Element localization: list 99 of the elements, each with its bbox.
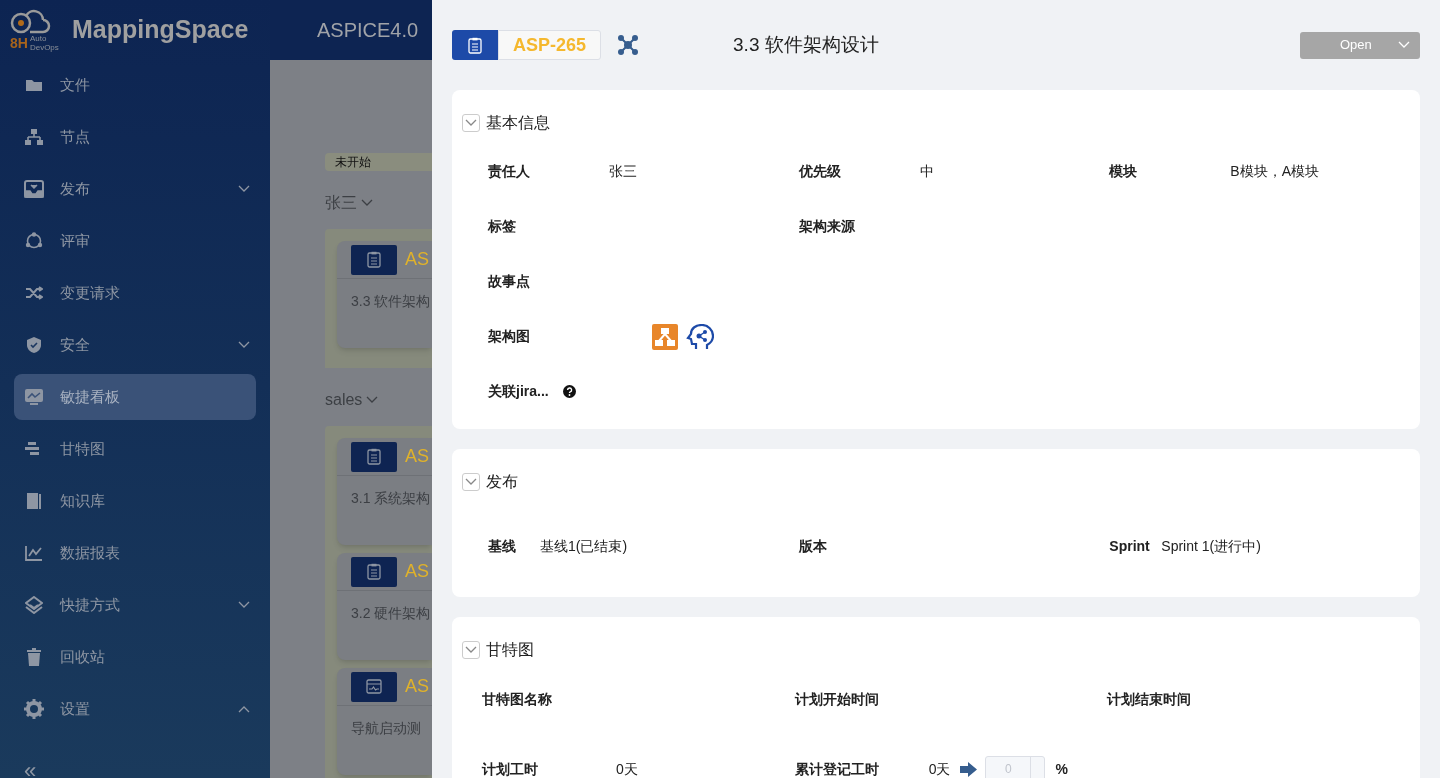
trash-icon xyxy=(26,648,42,666)
unit-label: % xyxy=(1055,759,1068,778)
project-title: ASPICE4.0 xyxy=(317,18,419,43)
field-label: Sprint xyxy=(1109,536,1151,556)
column-header: 未开始 xyxy=(325,153,432,171)
field-label: 计划结束时间 xyxy=(1107,689,1193,709)
brand-name: MappingSpace xyxy=(72,14,249,46)
field-label: 架构来源 xyxy=(798,217,856,236)
folder-icon xyxy=(25,77,43,93)
field-label: 模块 xyxy=(1109,162,1139,181)
field-label: 计划工时 xyxy=(482,759,539,778)
chevron-down-icon xyxy=(465,478,477,486)
cloud-logo-icon xyxy=(10,8,52,34)
sidebar-item[interactable]: 安全 xyxy=(14,322,256,368)
sidebar-item[interactable]: 设置 xyxy=(14,686,256,732)
logo-subtitle: Auto DevOps xyxy=(29,34,60,52)
inbox-icon xyxy=(24,180,44,198)
field-label: 故事点 xyxy=(488,272,531,291)
field-value: B模块，A模块 xyxy=(1230,162,1319,181)
collapse-button[interactable]: « xyxy=(24,764,270,778)
sitemap-icon xyxy=(25,129,43,145)
collapse-toggle[interactable] xyxy=(462,473,480,491)
chevron-down-icon xyxy=(238,341,250,349)
chevron-down-icon xyxy=(366,396,379,404)
shield-icon xyxy=(25,336,43,354)
field-label: 优先级 xyxy=(798,162,842,181)
network-icon[interactable] xyxy=(617,34,640,56)
status-dropdown[interactable]: Open xyxy=(1300,31,1420,59)
section-title: 基本信息 xyxy=(486,113,550,133)
sidebar-item[interactable]: 发布 xyxy=(14,166,256,212)
issue-key: ASP-265 xyxy=(498,30,602,60)
field-label: 关联jira... xyxy=(488,382,549,401)
chevron-down-icon xyxy=(465,119,477,127)
field-value: 中 xyxy=(919,162,934,181)
field-label: 累计登记工时 xyxy=(794,759,880,778)
clipboard-icon xyxy=(367,251,381,268)
clipboard-icon xyxy=(367,563,381,580)
card-title: 3.2 硬件架构 xyxy=(350,604,432,623)
settings-icon xyxy=(24,699,44,719)
section-title: 发布 xyxy=(486,472,518,492)
clipboard-icon xyxy=(367,448,381,465)
sidebar-item[interactable]: 敏捷看板 xyxy=(14,374,256,420)
monitor-icon xyxy=(366,679,382,694)
card-title: 3.1 系统架构 xyxy=(350,489,432,508)
chevron-down-icon xyxy=(238,601,250,609)
issue-title: 3.3 软件架构设计 xyxy=(733,32,879,57)
field-value: 基线1(已结束) xyxy=(540,536,628,556)
sidebar-item[interactable]: 甘特图 xyxy=(14,426,256,472)
task-card[interactable]: AS 3.1 系统架构 xyxy=(337,438,432,545)
dashboard-icon xyxy=(24,388,44,406)
cycle-icon xyxy=(25,232,43,250)
sidebar-item[interactable]: 变更请求 xyxy=(14,270,256,316)
layers-icon xyxy=(25,596,43,614)
group-name[interactable]: sales xyxy=(325,388,363,412)
task-card[interactable]: AS 3.2 硬件架构 xyxy=(337,553,432,660)
help-icon[interactable] xyxy=(562,385,576,398)
field-label: 架构图 xyxy=(488,327,531,346)
sidebar-item[interactable]: 知识库 xyxy=(14,478,256,524)
field-value: 0天 xyxy=(616,759,638,778)
sidebar-item[interactable]: 回收站 xyxy=(14,634,256,680)
field-label: 基线 xyxy=(488,536,517,556)
field-label: 甘特图名称 xyxy=(482,689,553,709)
sidebar-item[interactable]: 数据报表 xyxy=(14,530,256,576)
field-value: Sprint 1(进行中) xyxy=(1161,536,1261,556)
issue-key: AS xyxy=(405,558,429,585)
sidebar-item[interactable]: 快捷方式 xyxy=(14,582,256,628)
sidebar-item[interactable]: 节点 xyxy=(14,114,256,160)
field-value: 0天 xyxy=(928,759,951,778)
chart-icon xyxy=(25,545,43,561)
field-label: 标签 xyxy=(488,217,517,236)
sidebar-item[interactable]: 文件 xyxy=(14,62,256,108)
field-label: 责任人 xyxy=(488,162,531,181)
logo-mark: 8H xyxy=(10,36,28,50)
issue-key: AS xyxy=(405,443,429,470)
group-name[interactable]: 张三 xyxy=(325,191,357,215)
chevron-down-icon xyxy=(361,199,373,207)
chevron-down-icon xyxy=(1398,41,1410,49)
collapse-toggle[interactable] xyxy=(462,641,480,659)
chevron-down-icon xyxy=(465,646,477,654)
book-icon xyxy=(26,492,42,510)
arrow-right-icon xyxy=(960,761,978,777)
diagram-app-icon[interactable] xyxy=(652,323,678,350)
task-card[interactable]: AS 3.3 软件架构 xyxy=(337,241,432,348)
field-label: 计划开始时间 xyxy=(794,689,880,709)
field-label: 版本 xyxy=(798,536,828,556)
card-title: 导航启动测 xyxy=(350,719,422,738)
field-value: 张三 xyxy=(609,162,637,181)
issue-key: AS xyxy=(405,673,429,700)
head-share-icon[interactable] xyxy=(686,323,714,350)
clipboard-icon xyxy=(468,36,482,54)
section-title: 甘特图 xyxy=(486,640,534,660)
card-title: 3.3 软件架构 xyxy=(350,292,432,311)
sidebar-item[interactable]: 评审 xyxy=(14,218,256,264)
chevron-down-icon xyxy=(238,185,250,193)
chevron-up-icon xyxy=(238,705,250,713)
collapse-toggle[interactable] xyxy=(462,114,480,132)
task-card[interactable]: AS 导航启动测 xyxy=(337,668,432,775)
shuffle-icon xyxy=(25,285,43,301)
issue-key: AS xyxy=(405,246,429,273)
